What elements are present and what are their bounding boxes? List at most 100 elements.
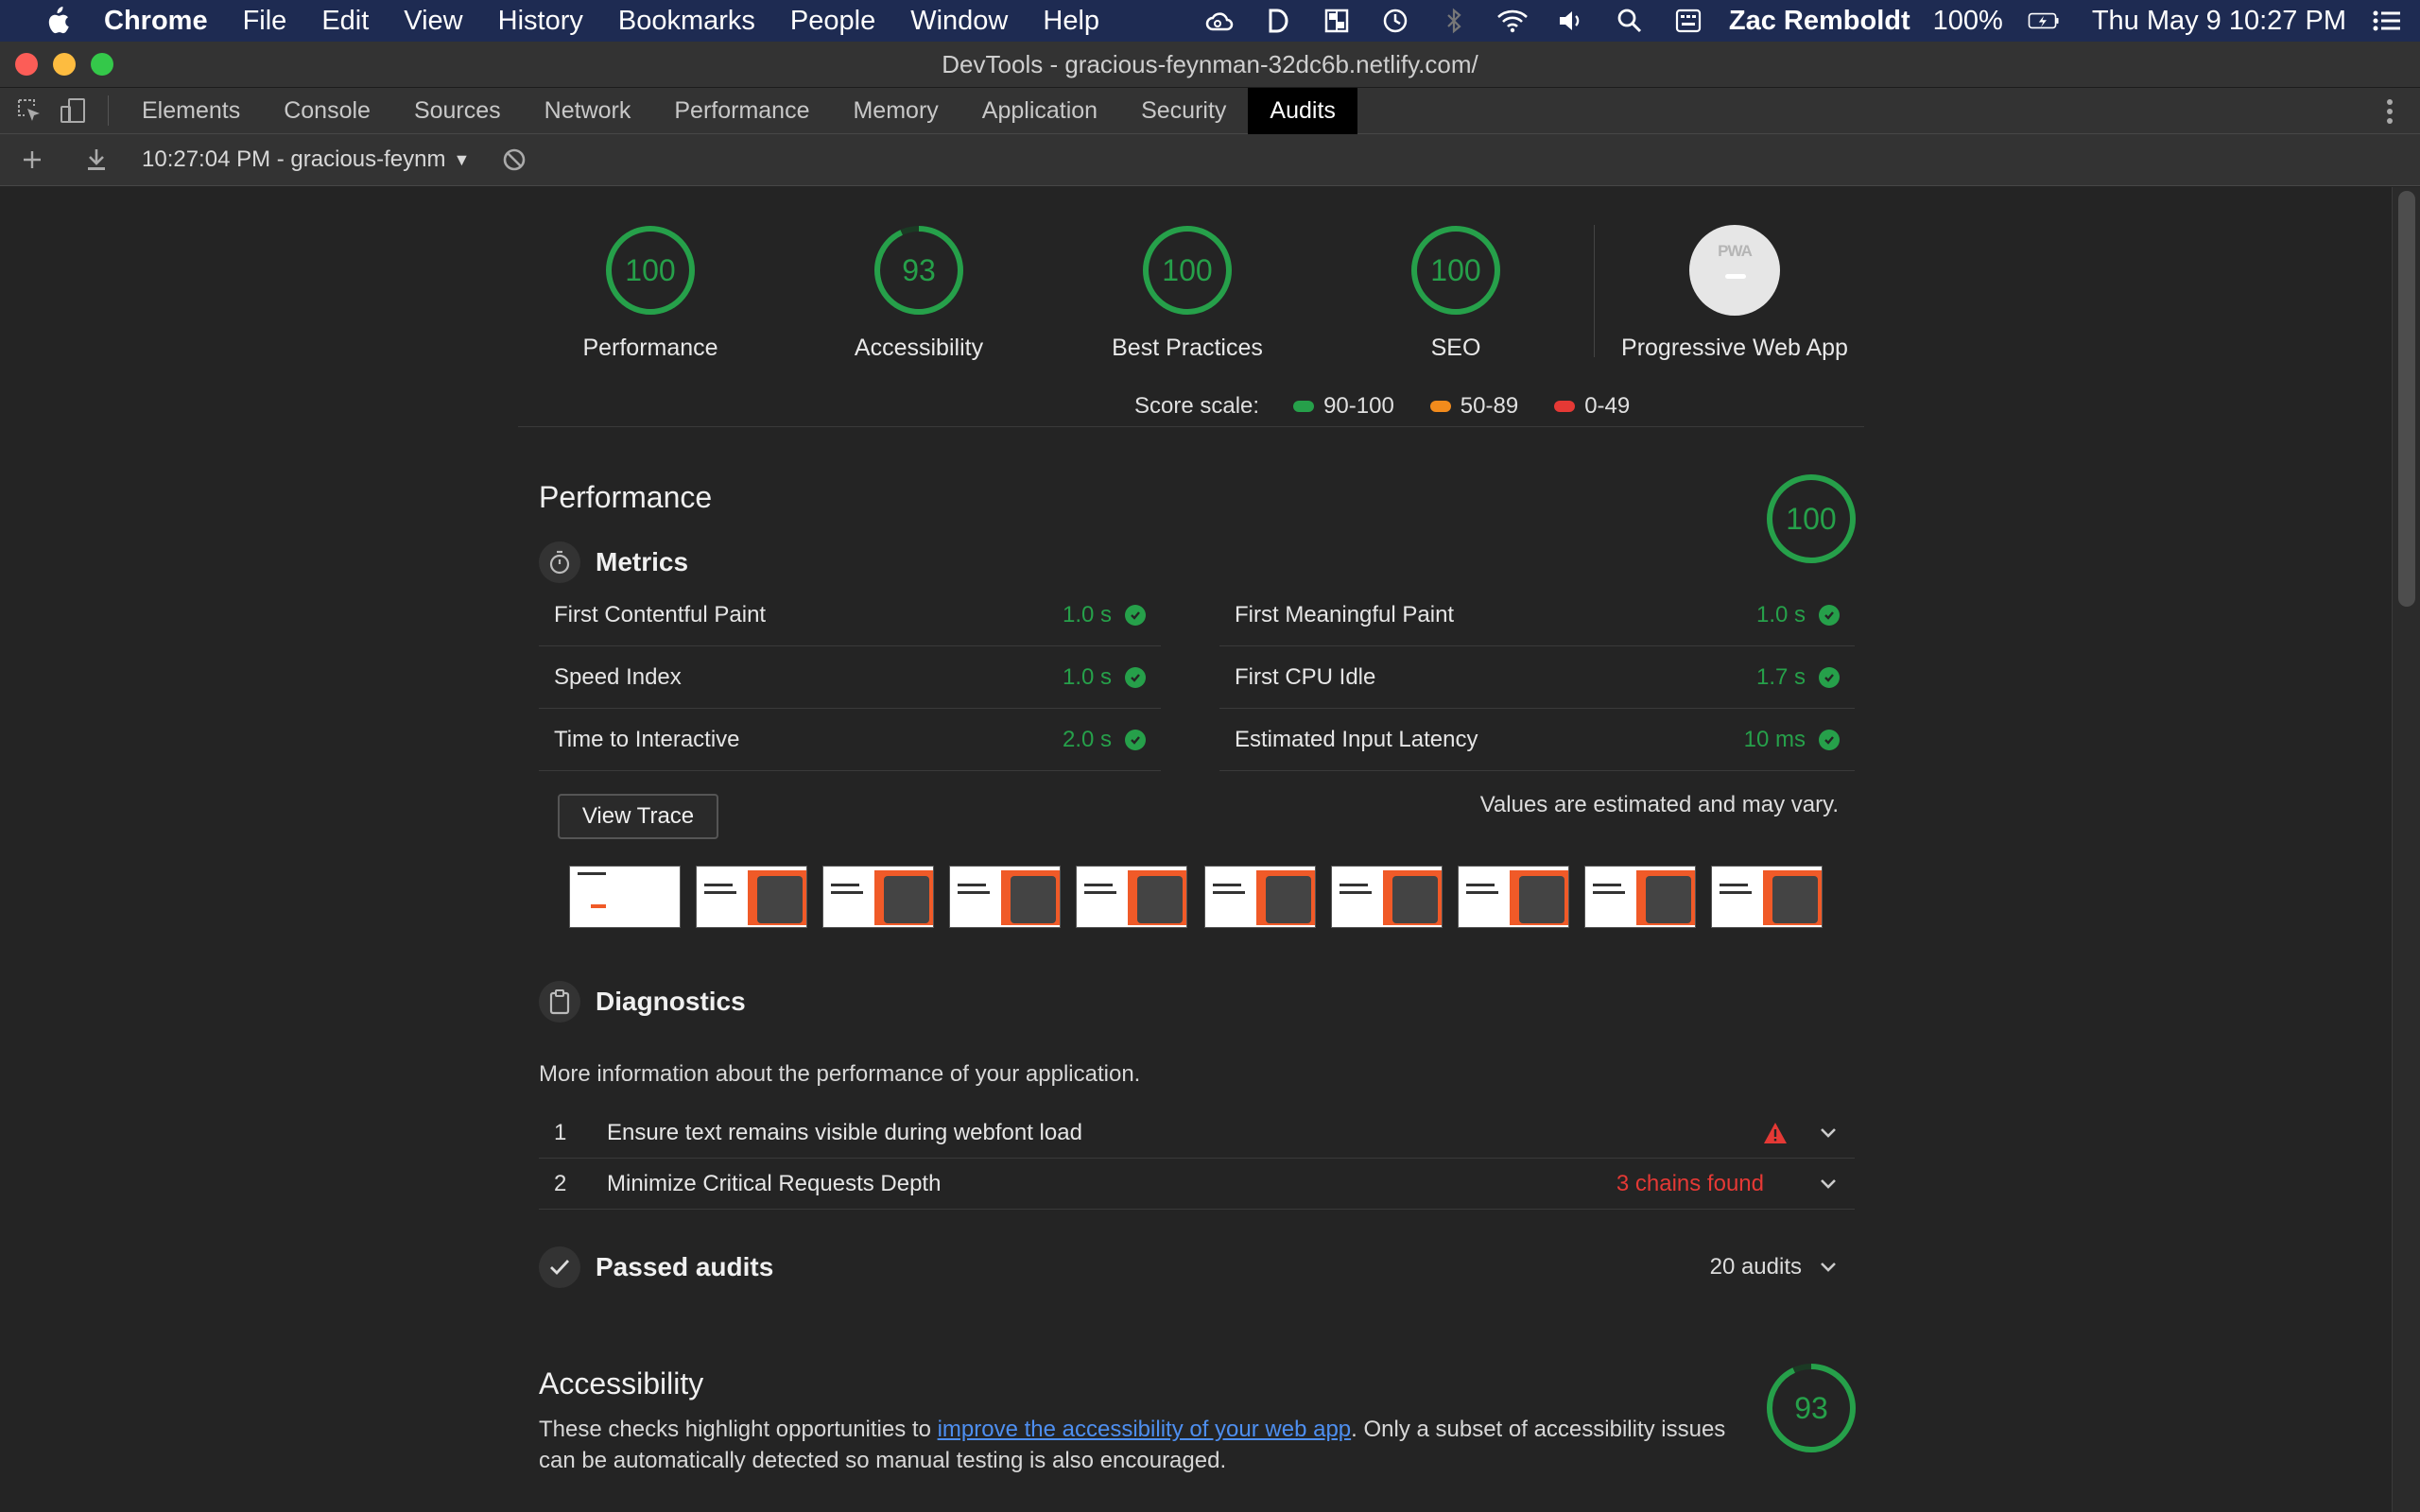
audits-toolbar: 10:27:04 PM - gracious-feynm ▼: [0, 134, 2420, 186]
gauge-label: Performance: [582, 335, 718, 361]
diagnostic-index: 2: [554, 1170, 567, 1196]
battery-icon[interactable]: [2028, 5, 2060, 37]
tab-network[interactable]: Network: [523, 88, 653, 134]
menu-chrome[interactable]: Chrome: [104, 6, 208, 37]
tab-performance[interactable]: Performance: [652, 88, 831, 134]
accessibility-section-title: Accessibility: [539, 1366, 704, 1400]
app-menus: Chrome File Edit View History Bookmarks …: [104, 6, 1134, 37]
dash-icon[interactable]: [1262, 5, 1294, 37]
scale-pass-swatch: [1293, 401, 1315, 412]
scale-average-swatch: [1429, 401, 1451, 412]
improve-accessibility-link[interactable]: improve the accessibility of your web ap…: [938, 1417, 1352, 1442]
gauge-score: 100: [1430, 253, 1481, 287]
gauge-accessibility[interactable]: 93 Accessibility: [805, 225, 1032, 362]
menu-history[interactable]: History: [498, 6, 583, 37]
vertical-scrollbar[interactable]: [2392, 187, 2420, 1512]
menu-file[interactable]: File: [243, 6, 287, 37]
notification-center-icon[interactable]: [2371, 5, 2403, 37]
tab-security[interactable]: Security: [1119, 88, 1248, 134]
gauge-performance[interactable]: 100 Performance: [537, 225, 764, 362]
time-machine-icon[interactable]: [1379, 5, 1411, 37]
window-title: DevTools - gracious-feynman-32dc6b.netli…: [942, 50, 1478, 78]
filmstrip-frame: [949, 866, 1061, 928]
filmstrip-frame: [1331, 866, 1443, 928]
tab-console[interactable]: Console: [262, 88, 392, 134]
summary-divider: [518, 426, 1864, 427]
diagnostic-name: Minimize Critical Requests Depth: [607, 1170, 942, 1196]
clock[interactable]: Thu May 9 10:27 PM: [2092, 6, 2346, 37]
more-options-icon[interactable]: [2373, 94, 2407, 129]
tab-memory[interactable]: Memory: [831, 88, 959, 134]
gauge-pwa[interactable]: PWA Progressive Web App: [1621, 225, 1848, 362]
pass-check-icon: [1819, 666, 1840, 688]
accessibility-description: These checks highlight opportunities to …: [539, 1414, 1758, 1476]
gauge-seo[interactable]: 100 SEO: [1342, 225, 1569, 362]
tab-elements[interactable]: Elements: [120, 88, 262, 134]
gauge-ring: 100: [605, 225, 696, 316]
filmstrip-frame: [1076, 866, 1187, 928]
pass-check-icon: [1125, 729, 1146, 750]
window-title-bar: DevTools - gracious-feynman-32dc6b.netli…: [0, 42, 2420, 88]
clear-all-icon[interactable]: [498, 144, 530, 176]
expand-chevron-icon[interactable]: [1817, 1173, 1840, 1195]
passed-audits-group[interactable]: Passed audits 20 audits: [539, 1244, 1855, 1291]
metric-first-contentful-paint: First Contentful Paint 1.0 s: [539, 584, 1161, 646]
pwa-badge-text: PWA: [1718, 242, 1753, 260]
volume-icon[interactable]: [1555, 5, 1587, 37]
screenshot-filmstrip: [569, 866, 1826, 928]
diagnostics-title: Diagnostics: [596, 987, 746, 1016]
tab-application[interactable]: Application: [960, 88, 1119, 134]
estimated-values-note: Values are estimated and may vary.: [1479, 792, 1839, 817]
diagnostic-name: Ensure text remains visible during webfo…: [607, 1119, 1082, 1145]
gauge-ring: 100: [1410, 225, 1501, 316]
metric-name: First Meaningful Paint: [1235, 601, 1455, 627]
pass-check-icon: [1125, 666, 1146, 688]
view-trace-button[interactable]: View Trace: [558, 794, 718, 839]
download-report-icon[interactable]: [79, 143, 113, 177]
tab-sources[interactable]: Sources: [392, 88, 523, 134]
filmstrip-frame: [1711, 866, 1823, 928]
device-toolbar-icon[interactable]: [53, 91, 93, 130]
menu-view[interactable]: View: [404, 6, 462, 37]
battery-percent: 100%: [1932, 5, 2003, 36]
gauge-label: SEO: [1430, 335, 1481, 361]
menu-people[interactable]: People: [790, 6, 875, 37]
menu-help[interactable]: Help: [1043, 6, 1099, 37]
report-dropdown-icon[interactable]: ▼: [453, 150, 470, 170]
passed-audits-title: Passed audits: [596, 1252, 774, 1281]
expand-chevron-icon[interactable]: [1817, 1122, 1840, 1144]
metrics-title: Metrics: [596, 547, 689, 576]
bluetooth-icon[interactable]: [1438, 5, 1470, 37]
gauge-best-practices[interactable]: 100 Best Practices: [1074, 225, 1301, 362]
window-grid-icon[interactable]: [1321, 5, 1353, 37]
diagnostic-critical-request-chains[interactable]: 2 Minimize Critical Requests Depth 3 cha…: [539, 1159, 1855, 1210]
scrollbar-thumb[interactable]: [2398, 191, 2415, 607]
passed-audits-count: 20 audits: [1709, 1254, 1802, 1280]
apple-icon[interactable]: [36, 0, 78, 42]
expand-chevron-icon[interactable]: [1817, 1256, 1840, 1279]
menu-window[interactable]: Window: [910, 6, 1008, 37]
user-name[interactable]: Zac Remboldt: [1729, 6, 1910, 37]
metric-name: Time to Interactive: [554, 726, 740, 752]
diagnostic-webfont-visible[interactable]: 1 Ensure text remains visible during web…: [539, 1108, 1855, 1159]
tab-audits[interactable]: Audits: [1248, 87, 1357, 134]
menu-edit[interactable]: Edit: [321, 6, 369, 37]
pass-check-icon: [1125, 604, 1146, 626]
score-scale-label: Score scale:: [1134, 393, 1260, 419]
menu-bookmarks[interactable]: Bookmarks: [618, 6, 755, 37]
status-area: Zac Remboldt 100% Thu May 9 10:27 PM: [1190, 0, 2420, 42]
diagnostics-group-header: Diagnostics: [539, 981, 746, 1022]
pwa-badge-icon: PWA: [1689, 225, 1780, 316]
metric-value: 2.0 s: [1062, 726, 1112, 752]
report-selector[interactable]: 10:27:04 PM - gracious-feynm: [142, 146, 445, 173]
new-audit-icon[interactable]: [15, 143, 49, 177]
inspect-element-icon[interactable]: [9, 91, 49, 130]
wifi-icon[interactable]: [1496, 5, 1529, 37]
spotlight-search-icon[interactable]: [1614, 5, 1646, 37]
keyboard-icon[interactable]: [1672, 5, 1704, 37]
filmstrip-frame: [696, 866, 807, 928]
diagnostic-index: 1: [554, 1119, 567, 1145]
filmstrip-frame: [1204, 866, 1316, 928]
metrics-group-header: Metrics: [539, 541, 688, 583]
creative-cloud-icon[interactable]: [1203, 5, 1236, 37]
